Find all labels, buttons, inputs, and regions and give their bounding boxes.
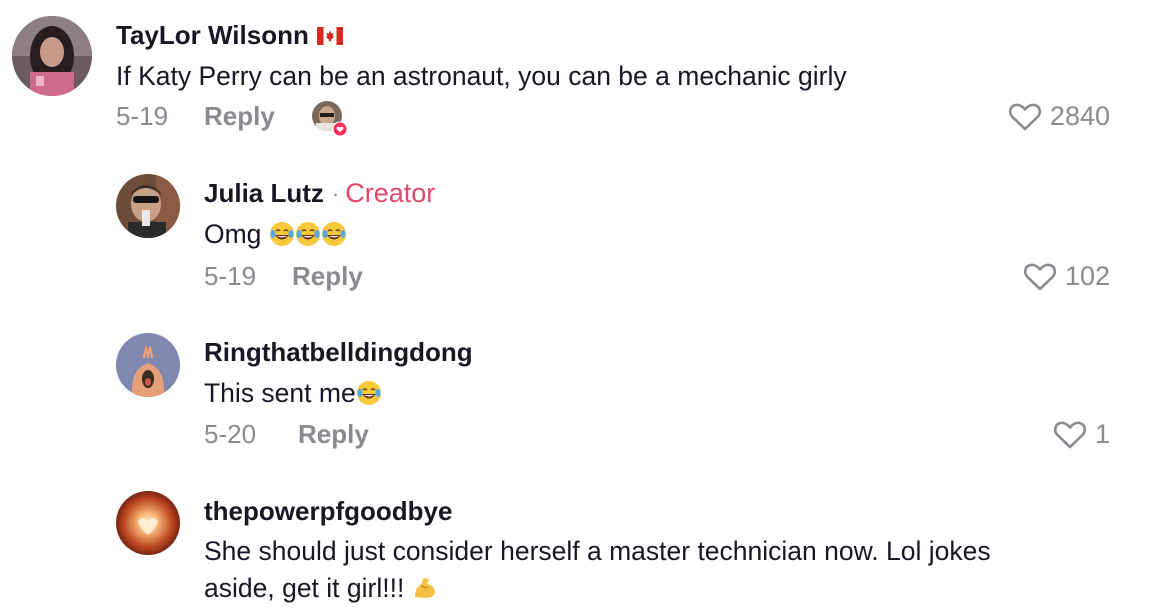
laughing-tears-emoji [321, 219, 347, 249]
comment-text: This sent me [204, 375, 382, 412]
comment-meta: 5-19 Reply [204, 261, 363, 292]
comment-meta: 5-20 Reply [204, 419, 369, 450]
like-count: 2840 [1049, 101, 1110, 131]
comment-text-content: This sent me [204, 378, 356, 408]
like-button[interactable]: 102 [1023, 261, 1110, 292]
avatar[interactable] [116, 491, 180, 555]
like-button[interactable]: 2840 [1008, 101, 1110, 132]
comment-meta: 5-19 Reply [116, 101, 275, 132]
creator-liked-indicator [312, 101, 348, 137]
comment-date: 5-19 [116, 101, 169, 131]
canada-flag-icon [316, 26, 343, 45]
laughing-tears-emoji [356, 378, 382, 408]
comment-text: She should just consider herself a maste… [204, 533, 1104, 607]
comment-date: 5-19 [204, 261, 257, 291]
heart-outline-icon [1008, 103, 1041, 130]
comment-text-line-2: aside, get it girl!!! [204, 570, 1104, 607]
avatar-image [12, 16, 92, 96]
comment-text: If Katy Perry can be an astronaut, you c… [116, 61, 847, 91]
comment-text-content: Omg [204, 219, 262, 249]
comment-username: Julia Lutz · Creator [204, 178, 435, 209]
comment-username[interactable]: TayLor Wilsonn [116, 20, 343, 51]
like-button[interactable]: 1 [1053, 419, 1110, 450]
avatar[interactable] [116, 333, 180, 397]
avatar-image [116, 333, 180, 397]
avatar[interactable] [116, 174, 180, 238]
reply-button[interactable]: Reply [204, 101, 275, 132]
comment-text-line-1: She should just consider herself a maste… [204, 536, 991, 566]
creator-badge: Creator [345, 178, 436, 208]
username-text[interactable]: Julia Lutz [204, 178, 324, 209]
heart-outline-icon [1023, 263, 1056, 290]
comment-text-line-2-content: aside, get it girl!!! [204, 573, 405, 603]
laughing-tears-emoji [295, 219, 321, 249]
like-count: 1 [1094, 419, 1110, 449]
avatar-image [116, 174, 180, 238]
username-text[interactable]: Ringthatbelldingdong [204, 337, 473, 368]
reply-button[interactable]: Reply [292, 261, 363, 292]
comment-date: 5-20 [204, 419, 257, 449]
avatar[interactable] [12, 16, 92, 96]
creator-separator: · [331, 180, 340, 206]
flexed-biceps-emoji [412, 573, 438, 603]
reply-button[interactable]: Reply [298, 419, 369, 450]
comment-username[interactable]: thepowerpfgoodbye [204, 496, 452, 527]
username-text[interactable]: thepowerpfgoodbye [204, 496, 452, 527]
heart-badge-icon [332, 121, 348, 137]
avatar-image [116, 491, 180, 555]
username-text[interactable]: TayLor Wilsonn [116, 20, 309, 51]
comment-username[interactable]: Ringthatbelldingdong [204, 337, 473, 368]
comment-text: Omg [204, 216, 347, 253]
laughing-tears-emoji [269, 219, 295, 249]
like-count: 102 [1064, 261, 1110, 291]
heart-outline-icon [1053, 421, 1087, 448]
